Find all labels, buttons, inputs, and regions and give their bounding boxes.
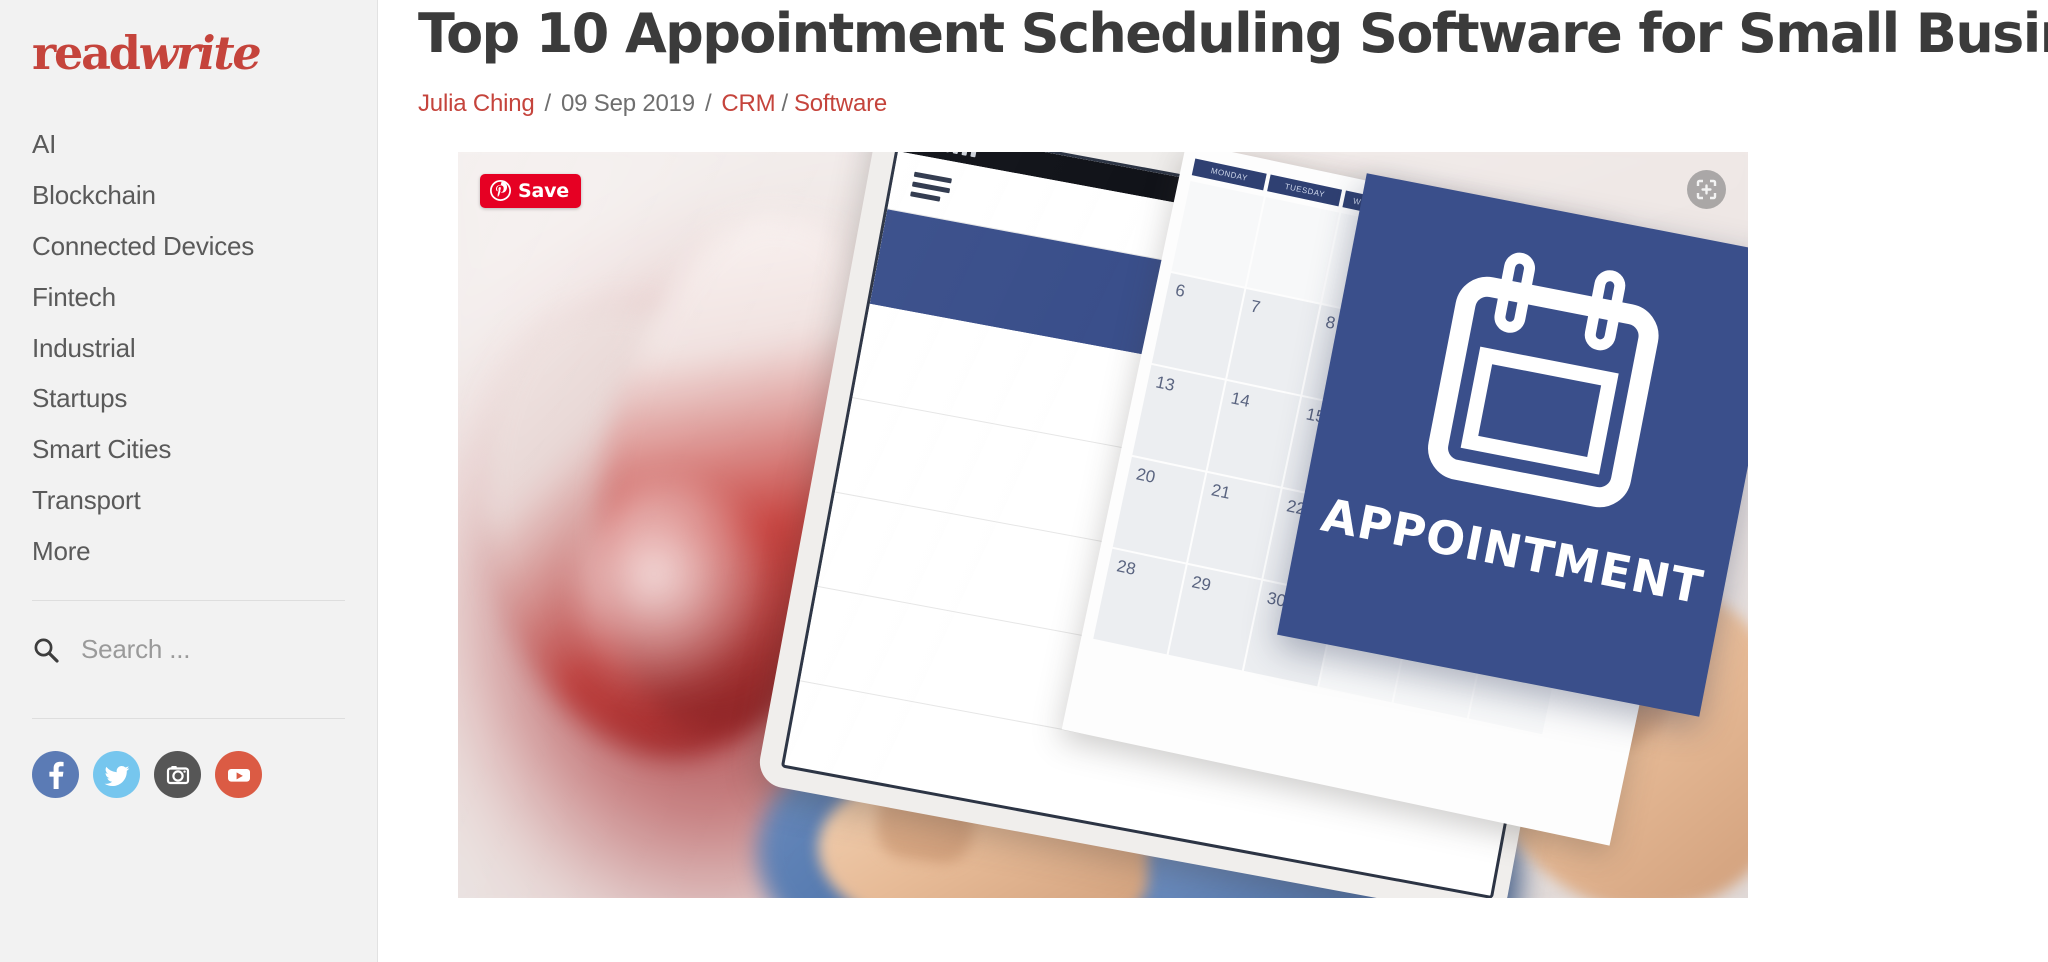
instagram-icon [166,765,189,784]
sidebar-item-connected-devices[interactable]: Connected Devices [32,222,345,273]
sidebar-item-startups[interactable]: Startups [32,374,345,425]
facebook-icon [48,761,64,789]
pinterest-save-button[interactable]: Save [480,173,581,208]
appointment-calendar-icon [1428,252,1659,507]
twitter-link[interactable] [93,751,140,799]
sidebar-item-blockchain[interactable]: Blockchain [32,171,345,222]
expand-target-icon [1696,179,1717,199]
logo-read-text: read [32,26,141,80]
search-icon [34,638,59,663]
facebook-link[interactable] [32,751,79,799]
article-byline: Julia Ching / 09 Sep 2019 / CRM / Softwa… [418,90,2048,118]
page-root: readwrite AI Blockchain Connected Device… [0,0,2048,962]
image-expand-widget[interactable] [1687,169,1726,209]
byline-category-crm[interactable]: CRM [721,90,775,118]
byline-author-link[interactable]: Julia Ching [418,90,535,118]
page-title: Top 10 Appointment Scheduling Software f… [418,2,2048,65]
search-input[interactable] [81,634,311,666]
sidebar-item-ai[interactable]: AI [32,120,345,171]
signal-dots-icon [935,151,977,157]
byline-category-software[interactable]: Software [794,90,887,118]
pinterest-icon [490,180,511,202]
logo-write-text: write [138,26,262,80]
instagram-link[interactable] [154,751,201,799]
twitter-icon [104,765,129,786]
social-links [32,719,345,799]
sidebar-item-smart-cities[interactable]: Smart Cities [32,425,345,476]
sidebar: readwrite AI Blockchain Connected Device… [0,0,378,962]
sidebar-item-transport[interactable]: Transport [32,476,345,527]
byline-separator-1: / [544,89,552,117]
youtube-icon [227,768,250,782]
pinterest-save-label: Save [518,179,569,202]
sidebar-item-fintech[interactable]: Fintech [32,273,345,324]
youtube-link[interactable] [215,751,262,799]
hero-photo: June July August September October MONDA… [458,151,1748,898]
byline-separator-3: / [781,89,788,117]
sidebar-item-industrial[interactable]: Industrial [32,324,345,375]
byline-date: 09 Sep 2019 [561,89,695,117]
main-content: Top 10 Appointment Scheduling Software f… [378,0,2048,962]
sidebar-item-more[interactable]: More [32,527,345,578]
site-logo[interactable]: readwrite [32,30,345,76]
article-hero-image: June July August September October MONDA… [458,151,1748,898]
appointment-label: APPOINTMENT [1317,487,1708,615]
search-row[interactable] [32,601,345,696]
photo-sneaker-highlight [578,481,768,712]
hamburger-menu-icon [910,170,953,203]
primary-nav: AI Blockchain Connected Devices Fintech … [32,120,345,578]
byline-separator-2: / [704,89,712,117]
